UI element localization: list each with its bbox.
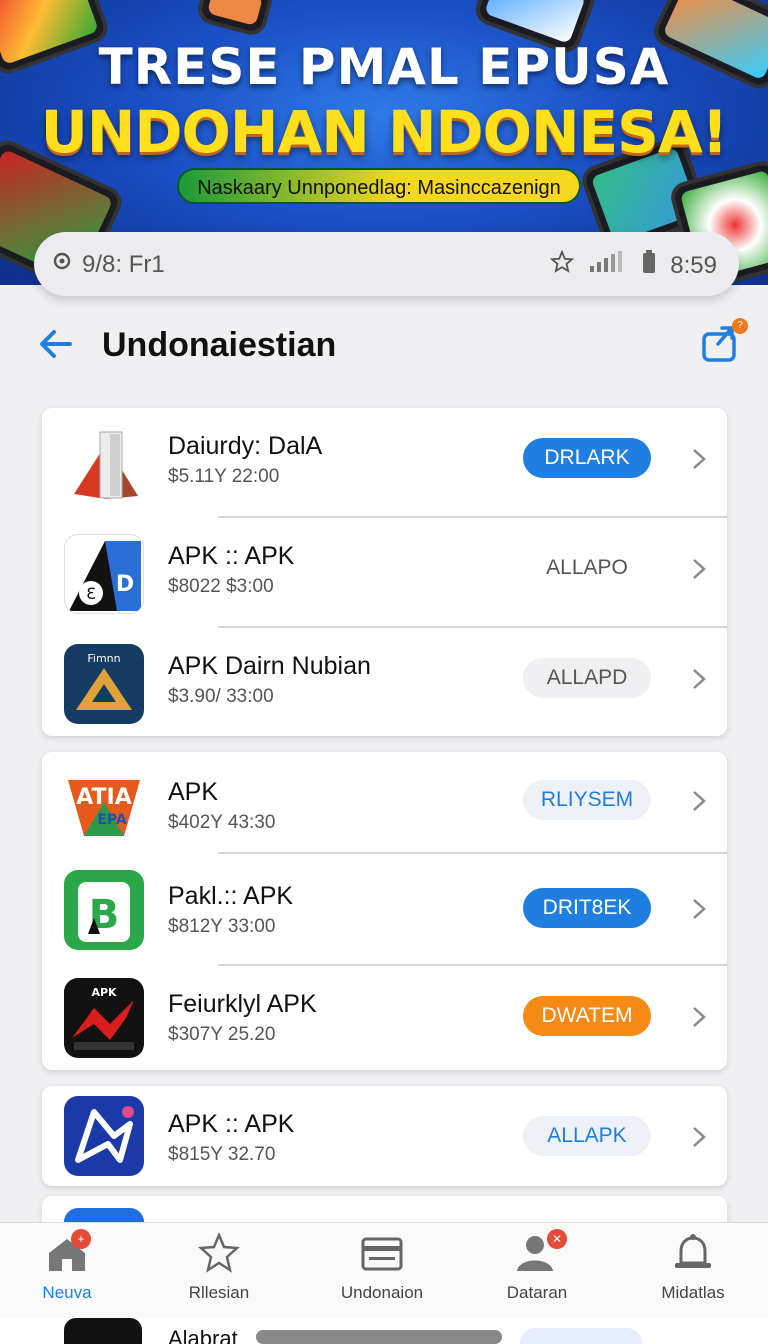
chevron-right-icon[interactable] xyxy=(688,1122,710,1152)
app-group-card: ATIA EPA APK $402Y 43:30 RLIYSEM B Pakl.:… xyxy=(42,752,727,1070)
app-price: $812Y 33:00 xyxy=(168,916,276,937)
app-list-item[interactable]: Fimnn APK Dairn Nubian $3.90/ 33:00 ALLA… xyxy=(42,628,727,738)
app-name: APK :: APK xyxy=(168,1110,295,1138)
star-icon xyxy=(550,249,575,281)
nav-badge: ✕ xyxy=(547,1229,567,1249)
nav-badge: + xyxy=(71,1229,91,1249)
back-button[interactable] xyxy=(36,324,76,364)
app-name: APK :: APK xyxy=(168,542,295,570)
app-list-item[interactable]: ƐD APK :: APK $8022 $3:00 ALLAPO xyxy=(42,518,727,628)
app-list-item[interactable]: Daiurdy: DalA $5.11Y 22:00 DRLARK xyxy=(42,408,727,518)
chevron-right-icon[interactable] xyxy=(688,664,710,694)
nav-item-favorites[interactable]: Rllesian xyxy=(154,1231,284,1303)
chevron-right-icon[interactable] xyxy=(688,1002,710,1032)
app-name: APK Dairn Nubian xyxy=(168,652,371,680)
nav-item-account[interactable]: ✕ Dataran xyxy=(472,1229,602,1303)
app-price: $8022 $3:00 xyxy=(168,576,274,597)
arrow-left-icon xyxy=(40,330,72,358)
install-button[interactable]: ALLAPD xyxy=(523,658,651,698)
star-icon xyxy=(197,1231,241,1273)
install-button[interactable]: ALLAPK xyxy=(523,1116,651,1156)
app-icon-caption: Fimnn xyxy=(87,652,120,665)
app-icon-caption: APK xyxy=(91,986,117,999)
app-price: $402Y 43:30 xyxy=(168,812,276,833)
app-icon-glyph: Ɛ xyxy=(86,584,96,603)
install-button[interactable] xyxy=(520,1328,642,1344)
chevron-right-icon[interactable] xyxy=(688,554,710,584)
status-bar: 9/8: Fr1 8:59 xyxy=(34,232,739,296)
content-peek: Alabrat xyxy=(0,1318,768,1344)
nav-label: Rllesian xyxy=(188,1283,250,1302)
status-date: 9/8: Fr1 xyxy=(82,250,165,278)
banner-title-line2: UNDOHAN NDONESA! xyxy=(40,98,729,166)
nav-item-library[interactable]: Undonaion xyxy=(317,1233,447,1303)
app-list-item[interactable]: APK :: APK $815Y 32.70 ALLAPK xyxy=(42,1086,727,1186)
app-group-card: Daiurdy: DalA $5.11Y 22:00 DRLARK ƐD APK… xyxy=(42,408,727,736)
download-button[interactable]: DRIT8EK xyxy=(523,888,651,928)
nav-label: Undonaion xyxy=(340,1283,424,1302)
banner-subtitle-pill: Naskaary Unnponedlag: Masinccazenign xyxy=(177,168,581,204)
bell-icon xyxy=(671,1233,715,1273)
nav-item-home[interactable]: + Neuva xyxy=(2,1229,132,1303)
app-icon: ƐD xyxy=(64,534,144,614)
app-icon: ATIA EPA xyxy=(64,762,144,842)
nav-label: Midatlas xyxy=(661,1283,725,1302)
download-button[interactable]: DRLARK xyxy=(523,438,651,478)
battery-icon xyxy=(642,250,656,281)
chevron-right-icon[interactable] xyxy=(688,444,710,474)
banner-title-line1: TRESE PMAL EPUSA xyxy=(98,38,670,96)
app-icon: APK xyxy=(64,978,144,1058)
app-icon: B xyxy=(64,870,144,950)
app-name: APK xyxy=(168,778,219,806)
app-name: Feiurklyl APK xyxy=(168,990,317,1018)
app-name: Daiurdy: DalA xyxy=(168,432,323,460)
app-icon xyxy=(64,1318,142,1344)
status-right: 8:59 xyxy=(550,249,717,281)
download-button[interactable]: DWATEM xyxy=(523,996,651,1036)
nav-label: Dataran xyxy=(506,1283,568,1302)
phone-decoration xyxy=(194,0,276,39)
app-list-item[interactable]: B Pakl.:: APK $812Y 33:00 DRIT8EK xyxy=(42,858,727,966)
status-time: 8:59 xyxy=(670,251,717,279)
app-icon-letter: D xyxy=(116,572,134,597)
app-list-item[interactable]: APK Feiurklyl APK $307Y 25.20 DWATEM xyxy=(42,966,727,1070)
page-header: Undonaiestian ? xyxy=(0,310,768,380)
share-button[interactable]: ? xyxy=(700,318,748,366)
app-list-item[interactable]: ATIA EPA APK $402Y 43:30 RLIYSEM xyxy=(42,752,727,854)
page-title: Undonaiestian xyxy=(102,326,337,364)
card-icon xyxy=(360,1233,404,1273)
app-name: Pakl.:: APK xyxy=(168,882,294,910)
app-icon xyxy=(64,1096,144,1176)
bottom-nav: + Neuva Rllesian Undonaion ✕ Dataran Mid… xyxy=(0,1222,768,1318)
app-price: $307Y 25.20 xyxy=(168,1024,276,1045)
chevron-right-icon[interactable] xyxy=(688,894,710,924)
scroll-indicator[interactable] xyxy=(256,1330,502,1344)
app-icon-text: ATIA xyxy=(76,785,132,810)
nav-label: Neuva xyxy=(42,1283,92,1302)
status-left: 9/8: Fr1 xyxy=(52,250,165,279)
app-name: Alabrat xyxy=(168,1326,238,1344)
app-price: $3.90/ 33:00 xyxy=(168,686,274,707)
person-icon: ✕ xyxy=(515,1229,567,1273)
app-icon-text: EPA xyxy=(97,812,127,828)
install-button[interactable]: ALLAPO xyxy=(523,548,651,588)
location-icon xyxy=(52,250,72,279)
install-button[interactable]: RLIYSEM xyxy=(523,780,651,820)
app-price: $5.11Y 22:00 xyxy=(168,466,280,487)
signal-icon xyxy=(588,250,628,281)
home-icon: + xyxy=(45,1229,91,1273)
nav-item-notifications[interactable]: Midatlas xyxy=(628,1233,758,1303)
share-badge: ? xyxy=(732,318,748,334)
app-group-card: APK :: APK $815Y 32.70 ALLAPK xyxy=(42,1086,727,1186)
app-icon: Fimnn xyxy=(64,644,144,724)
app-price: $815Y 32.70 xyxy=(168,1144,276,1165)
chevron-right-icon[interactable] xyxy=(688,786,710,816)
app-icon xyxy=(64,424,144,504)
